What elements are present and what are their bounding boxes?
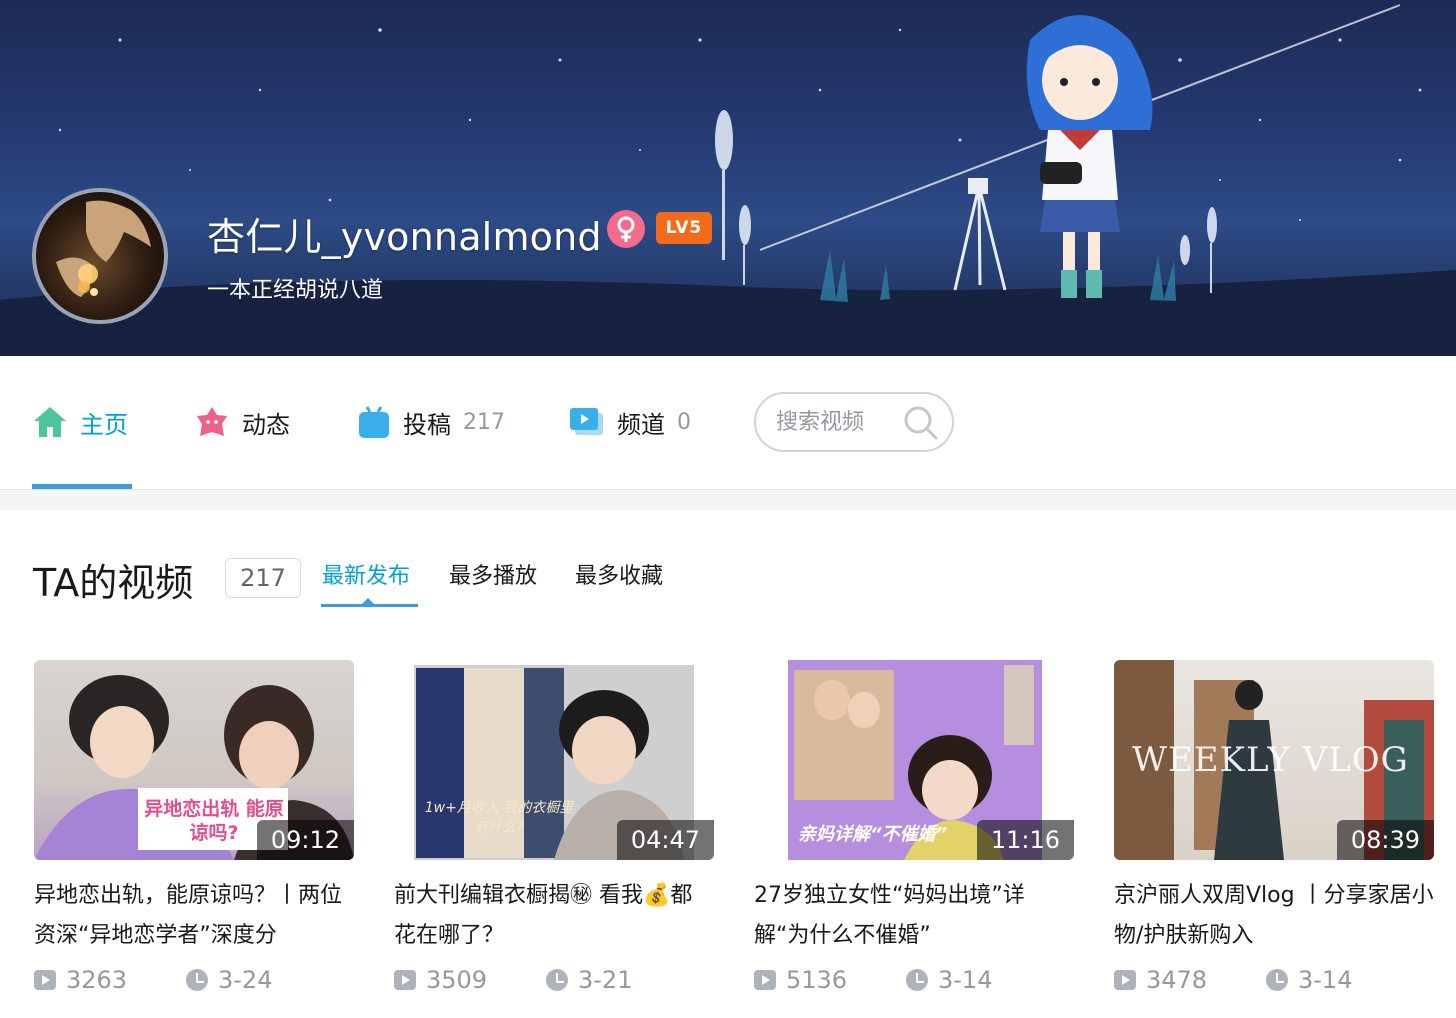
video-card[interactable]: 1w+月收入 我的衣橱里有什么? 04:47 前大刊编辑衣橱揭㊙ 看我💰都花在哪… bbox=[394, 660, 714, 994]
tab-home[interactable]: 主页 bbox=[32, 394, 128, 450]
video-meta: 3509 3-21 bbox=[394, 966, 714, 994]
active-tab-indicator bbox=[32, 484, 132, 489]
tab-channel-label: 频道 bbox=[617, 410, 665, 439]
video-thumbnail[interactable]: 亲妈详解“不催婚” 11:16 bbox=[754, 660, 1074, 860]
tab-home-label: 主页 bbox=[80, 410, 128, 439]
sort-caret-icon bbox=[362, 598, 374, 604]
play-count: 5136 bbox=[786, 966, 848, 994]
user-sign: 一本正经胡说八道 bbox=[207, 278, 384, 303]
video-thumbnail[interactable]: 1w+月收入 我的衣橱里有什么? 04:47 bbox=[394, 660, 714, 860]
sort-most-favorited[interactable]: 最多收藏 bbox=[575, 558, 663, 590]
thumbnail-caption: 亲妈详解“不催婚” bbox=[798, 824, 948, 845]
sort-latest[interactable]: 最新发布 bbox=[322, 558, 410, 590]
clock-icon bbox=[1266, 969, 1288, 991]
play-count-icon bbox=[394, 970, 416, 990]
avatar[interactable] bbox=[32, 188, 168, 324]
play-count: 3478 bbox=[1146, 966, 1208, 994]
profile-banner: 杏仁儿_yvonnalmond LV5 一本正经胡说八道 bbox=[0, 0, 1456, 356]
video-card[interactable]: WEEKLY VLOG 08:39 京沪丽人双周Vlog 丨分享家居小物/护肤新… bbox=[1114, 660, 1434, 994]
tab-dynamic-label: 动态 bbox=[242, 410, 290, 439]
play-count: 3263 bbox=[66, 966, 128, 994]
video-title[interactable]: 前大刊编辑衣橱揭㊙ 看我💰都花在哪了？ bbox=[394, 876, 714, 956]
video-thumbnail[interactable]: 异地恋出轨 能原谅吗? 09:12 bbox=[34, 660, 354, 860]
section-title: TA的视频 bbox=[33, 561, 194, 605]
upload-icon bbox=[359, 406, 389, 438]
thumbnail-caption: 1w+月收入 我的衣橱里有什么? bbox=[424, 800, 574, 836]
level-badge: LV5 bbox=[656, 212, 712, 244]
character-illustration bbox=[1026, 15, 1153, 298]
clock-icon bbox=[186, 969, 208, 991]
home-icon bbox=[34, 407, 66, 437]
video-duration: 04:47 bbox=[616, 820, 714, 860]
search-icon[interactable] bbox=[902, 404, 940, 442]
tab-upload-label: 投稿 bbox=[403, 410, 451, 439]
tab-channel[interactable]: 频道 0 bbox=[569, 394, 691, 450]
clock-icon bbox=[546, 969, 568, 991]
thumbnail-caption: WEEKLY VLOG bbox=[1132, 740, 1409, 780]
profile-nav: 主页 动态 投稿 217 频道 0 bbox=[0, 356, 1456, 490]
sort-underline bbox=[321, 604, 418, 607]
video-meta: 3263 3-24 bbox=[34, 966, 354, 994]
channel-icon bbox=[570, 408, 603, 435]
play-count-icon bbox=[1114, 970, 1136, 990]
clock-icon bbox=[906, 969, 928, 991]
search-input[interactable] bbox=[776, 409, 896, 435]
video-meta: 3478 3-14 bbox=[1114, 966, 1434, 994]
video-card[interactable]: 亲妈详解“不催婚” 11:16 27岁独立女性“妈妈出境”详解“为什么不催婚” … bbox=[754, 660, 1074, 994]
sort-most-played[interactable]: 最多播放 bbox=[449, 558, 537, 590]
user-name: 杏仁儿_yvonnalmond bbox=[207, 215, 602, 259]
section-count: 217 bbox=[225, 558, 301, 598]
video-thumbnail[interactable]: WEEKLY VLOG 08:39 bbox=[1114, 660, 1434, 860]
publish-date: 3-14 bbox=[1298, 966, 1353, 994]
video-duration: 08:39 bbox=[1336, 820, 1434, 860]
video-card[interactable]: 异地恋出轨 能原谅吗? 09:12 异地恋出轨，能原谅吗？丨两位资深“异地恋学者… bbox=[34, 660, 354, 994]
video-duration: 11:16 bbox=[976, 820, 1074, 860]
tab-dynamic[interactable]: 动态 bbox=[194, 394, 290, 450]
video-title[interactable]: 京沪丽人双周Vlog 丨分享家居小物/护肤新购入 bbox=[1114, 876, 1434, 956]
dynamic-icon bbox=[197, 407, 227, 436]
section-divider bbox=[0, 490, 1456, 510]
publish-date: 3-21 bbox=[578, 966, 633, 994]
video-duration: 09:12 bbox=[256, 820, 354, 860]
publish-date: 3-14 bbox=[938, 966, 993, 994]
avatar-image bbox=[56, 200, 151, 297]
tab-upload[interactable]: 投稿 217 bbox=[357, 394, 505, 450]
tab-channel-count: 0 bbox=[677, 409, 691, 435]
video-title[interactable]: 27岁独立女性“妈妈出境”详解“为什么不催婚” bbox=[754, 876, 1074, 956]
video-meta: 5136 3-14 bbox=[754, 966, 1074, 994]
play-count-icon bbox=[34, 970, 56, 990]
video-title[interactable]: 异地恋出轨，能原谅吗？丨两位资深“异地恋学者”深度分 bbox=[34, 876, 354, 956]
publish-date: 3-24 bbox=[218, 966, 273, 994]
play-count: 3509 bbox=[426, 966, 488, 994]
search-box bbox=[754, 392, 954, 452]
play-count-icon bbox=[754, 970, 776, 990]
tab-upload-count: 217 bbox=[463, 409, 505, 435]
female-icon bbox=[607, 210, 645, 248]
